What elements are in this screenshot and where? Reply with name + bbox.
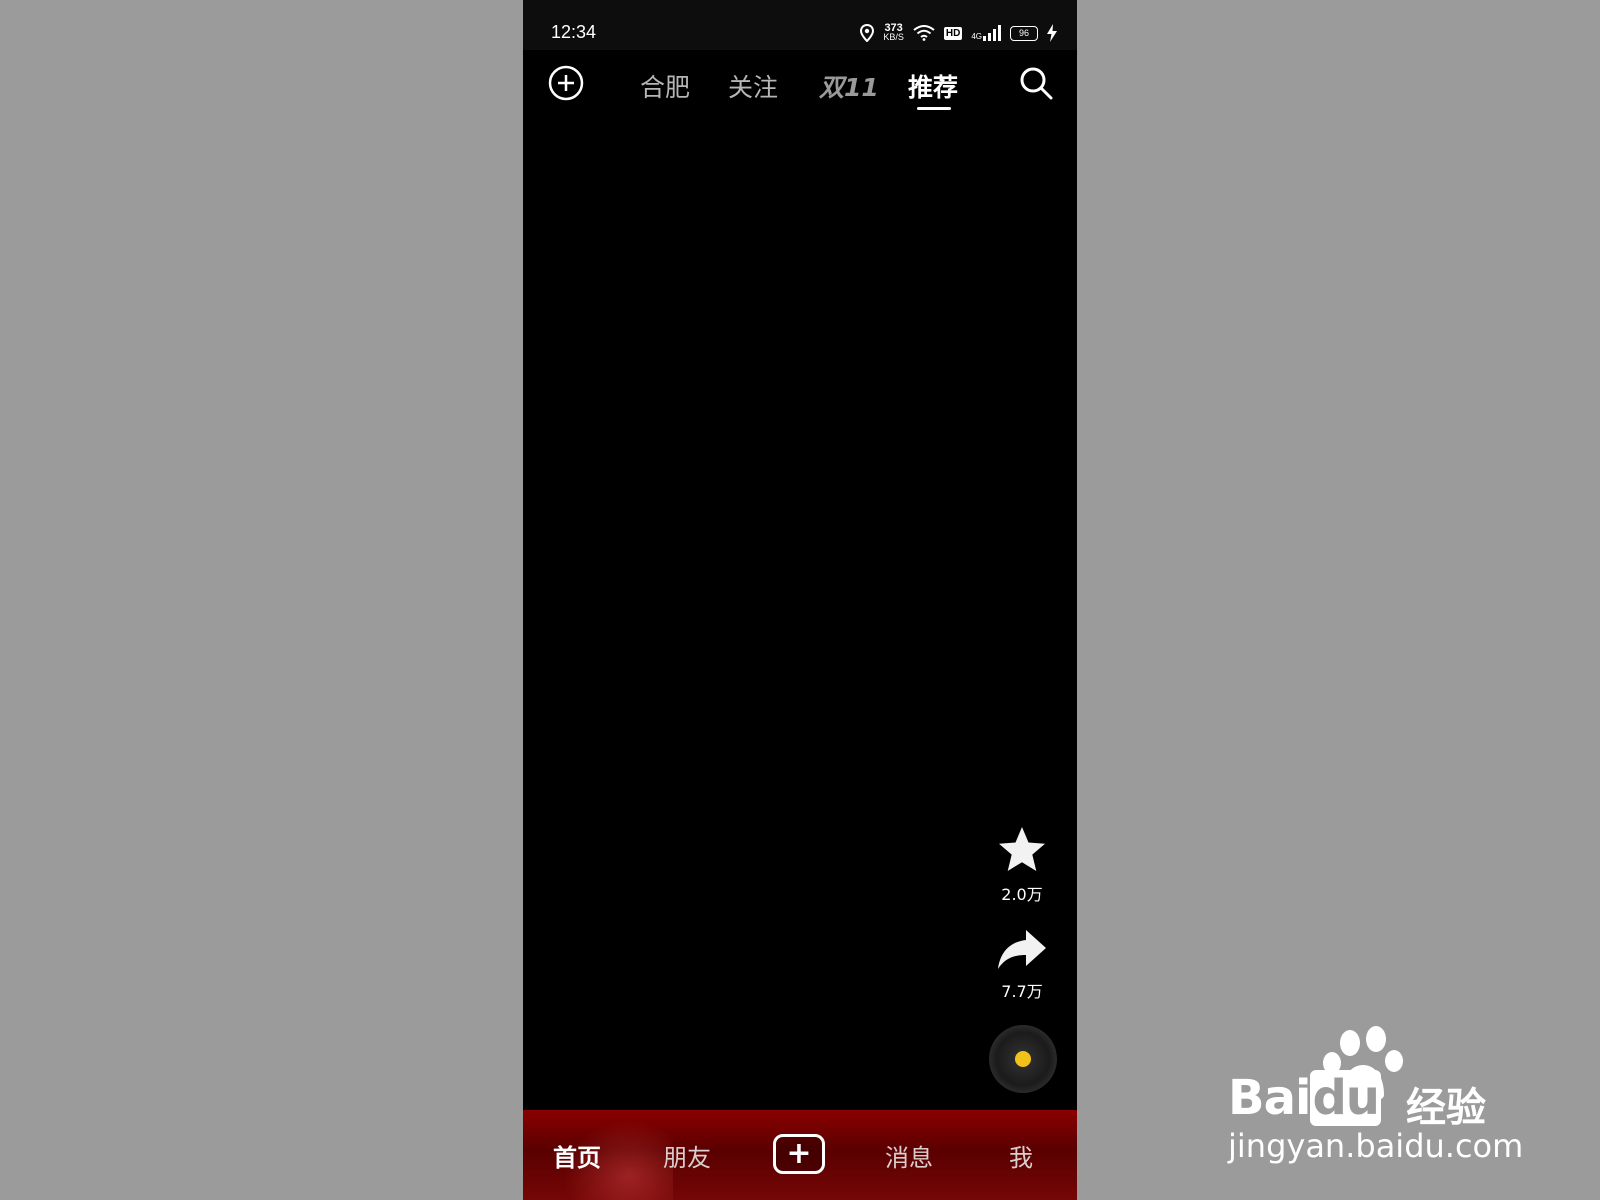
tab-follow[interactable]: 关注 <box>728 68 778 104</box>
tab-recommend[interactable]: 推荐 <box>908 68 958 104</box>
status-time: 12:34 <box>551 22 597 42</box>
search-icon[interactable] <box>1017 64 1055 102</box>
hd-badge: HD <box>943 26 963 40</box>
create-button[interactable]: + <box>773 1134 825 1174</box>
music-disc-icon[interactable] <box>989 1025 1057 1093</box>
watermark-brand-bai: Bai <box>1228 1070 1311 1126</box>
nav-home[interactable]: 首页 <box>553 1138 601 1173</box>
nav-friends[interactable]: 朋友 <box>663 1138 711 1173</box>
phone-screen: 12:34 373 KB/S HD 4G 96 合肥 关注 双11 推荐 2.0… <box>523 0 1077 1200</box>
battery-level: 96 <box>1018 27 1029 38</box>
favorite-count: 2.0万 <box>1001 885 1043 904</box>
status-bar: 12:34 373 KB/S HD 4G 96 <box>523 0 1077 50</box>
watermark-brand-du: du <box>1310 1070 1381 1126</box>
plus-icon: + <box>786 1136 812 1171</box>
charging-icon <box>1047 24 1057 42</box>
star-icon <box>999 827 1045 871</box>
top-nav: 合肥 关注 双11 推荐 <box>523 50 1077 120</box>
share-count: 7.7万 <box>1001 982 1043 1001</box>
active-tab-indicator <box>917 107 951 110</box>
favorite-button[interactable]: 2.0万 <box>987 825 1057 905</box>
watermark-brand: Baidu <box>1228 1070 1381 1126</box>
nav-messages[interactable]: 消息 <box>885 1138 933 1173</box>
watermark-product: 经验 <box>1406 1085 1486 1131</box>
wifi-icon <box>913 25 935 41</box>
tab-hefei[interactable]: 合肥 <box>640 68 690 104</box>
share-button[interactable]: 7.7万 <box>987 928 1057 1002</box>
add-circle-icon[interactable] <box>547 64 585 102</box>
signal-label: 4G <box>971 32 982 41</box>
baidu-jingyan-watermark: Baidu 经验 jingyan.baidu.com <box>1228 1025 1528 1175</box>
signal-icon: 4G <box>971 25 1001 41</box>
status-icons: 373 KB/S HD 4G 96 <box>860 22 1057 44</box>
tab-double-11[interactable]: 双11 <box>819 68 879 104</box>
watermark-url: jingyan.baidu.com <box>1228 1127 1524 1165</box>
music-disc-center <box>1015 1051 1031 1067</box>
battery-icon: 96 <box>1010 25 1038 41</box>
network-speed-unit: KB/S <box>883 32 904 42</box>
location-icon <box>860 24 875 42</box>
bottom-nav: 首页 朋友 + 消息 我 <box>523 1110 1077 1200</box>
network-speed: 373 KB/S <box>883 23 904 42</box>
nav-me[interactable]: 我 <box>1009 1138 1033 1173</box>
share-arrow-icon <box>998 930 1046 969</box>
